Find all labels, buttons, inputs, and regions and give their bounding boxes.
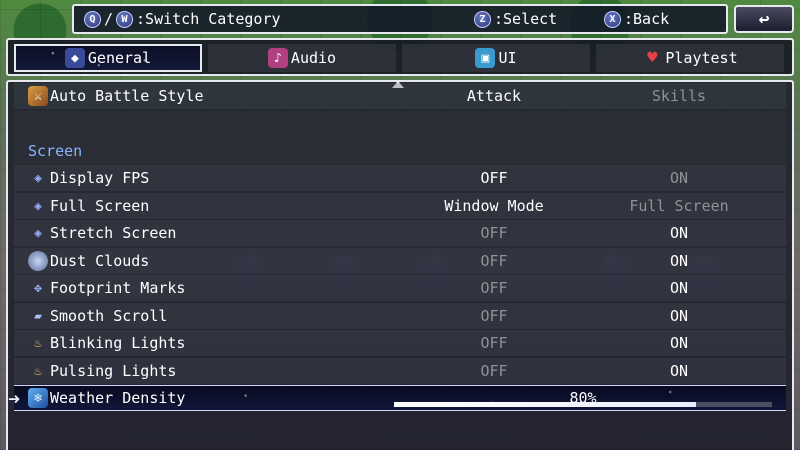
- tab-ui-label: UI: [498, 49, 517, 67]
- option-pulsing-lights[interactable]: ♨ Pulsing Lights OFF ON: [14, 358, 786, 384]
- screen-setting-icon: ◈: [34, 225, 42, 241]
- option-value-skills[interactable]: Skills: [594, 87, 764, 105]
- lamp-icon: ♨: [34, 335, 42, 351]
- option-value-attack[interactable]: Attack: [409, 87, 579, 105]
- select-label: :Select: [494, 10, 558, 28]
- option-value-on[interactable]: ON: [594, 169, 764, 187]
- option-value-on[interactable]: ON: [594, 307, 764, 325]
- tab-audio-label: Audio: [290, 49, 337, 67]
- option-value-off[interactable]: OFF: [409, 334, 579, 352]
- snowflake-icon: ❄: [28, 388, 48, 408]
- ui-icon: ▣: [475, 48, 496, 68]
- option-label: Full Screen: [50, 197, 150, 215]
- option-display-fps[interactable]: ◈ Display FPS OFF ON: [14, 165, 786, 191]
- option-label: Blinking Lights: [50, 334, 186, 352]
- back-hint: X :Back: [604, 10, 669, 28]
- back-label: :Back: [624, 10, 670, 28]
- z-key-icon: Z: [474, 10, 491, 28]
- option-label: Smooth Scroll: [50, 307, 168, 325]
- switch-category-label: :Switch Category: [136, 10, 281, 28]
- lamp-icon: ♨: [34, 363, 42, 379]
- w-key-icon: W: [116, 10, 134, 28]
- select-hint: Z :Select: [474, 10, 557, 28]
- option-label: Pulsing Lights: [50, 362, 177, 380]
- dust-cloud-icon: [28, 251, 48, 271]
- option-auto-battle-style[interactable]: ⚔ Auto Battle Style Attack Skills: [14, 83, 786, 109]
- help-bar: Q / W :Switch Category Z :Select X :Back: [72, 4, 728, 34]
- key-separator: /: [104, 10, 114, 28]
- option-value-off[interactable]: OFF: [409, 362, 579, 380]
- option-value-on[interactable]: ON: [594, 334, 764, 352]
- switch-category-hint: Q / W :Switch Category: [84, 10, 281, 28]
- option-value-full-screen[interactable]: Full Screen: [594, 197, 764, 215]
- audio-icon: ♪: [267, 48, 288, 68]
- return-arrow-icon: ↩: [758, 8, 770, 30]
- option-full-screen[interactable]: ◈ Full Screen Window Mode Full Screen: [14, 193, 786, 219]
- option-value-window-mode[interactable]: Window Mode: [409, 197, 579, 215]
- option-footprint-marks[interactable]: ✥ Footprint Marks OFF ON: [14, 275, 786, 301]
- screen-setting-icon: ◈: [34, 198, 42, 214]
- heart-icon: ♥: [647, 47, 658, 68]
- option-blinking-lights[interactable]: ♨ Blinking Lights OFF ON: [14, 330, 786, 356]
- scroll-icon: ▰: [34, 308, 42, 324]
- option-value-on[interactable]: ON: [594, 279, 764, 297]
- blank-row: [14, 111, 786, 137]
- option-value-on[interactable]: ON: [594, 224, 764, 242]
- option-value-on[interactable]: ON: [594, 362, 764, 380]
- tab-general-label: General: [87, 49, 152, 67]
- tab-playtest[interactable]: ♥ Playtest: [596, 44, 784, 72]
- option-smooth-scroll[interactable]: ▰ Smooth Scroll OFF ON: [14, 303, 786, 329]
- option-value-off[interactable]: OFF: [409, 169, 579, 187]
- back-button[interactable]: ↩: [734, 5, 794, 33]
- option-value-off[interactable]: OFF: [409, 307, 579, 325]
- option-label: Stretch Screen: [50, 224, 177, 242]
- x-key-icon: X: [604, 10, 621, 28]
- tab-ui[interactable]: ▣ UI: [402, 44, 590, 72]
- section-label: Screen: [28, 142, 83, 160]
- footprint-icon: ✥: [34, 280, 42, 296]
- section-header-screen: Screen: [14, 138, 786, 164]
- screen-setting-icon: ◈: [34, 170, 42, 186]
- option-stretch-screen[interactable]: ◈ Stretch Screen OFF ON: [14, 220, 786, 246]
- option-value-on[interactable]: ON: [594, 252, 764, 270]
- option-label: Footprint Marks: [50, 279, 186, 297]
- option-label: Display FPS: [50, 169, 150, 187]
- option-value-off[interactable]: OFF: [409, 279, 579, 297]
- sword-icon: ⚔: [28, 86, 48, 106]
- option-value-off[interactable]: OFF: [409, 252, 579, 270]
- tab-playtest-label: Playtest: [665, 49, 738, 67]
- option-dust-clouds[interactable]: Dust Clouds OFF ON: [14, 248, 786, 274]
- general-icon: ◆: [64, 48, 85, 68]
- option-label: Auto Battle Style: [50, 87, 204, 105]
- selection-cursor-arrow-icon: ➜: [8, 387, 21, 411]
- tab-audio[interactable]: ♪ Audio: [208, 44, 396, 72]
- category-tabs: ◆ General ♪ Audio ▣ UI ♥ Playtest: [6, 38, 794, 76]
- option-label: Dust Clouds: [50, 252, 150, 270]
- q-key-icon: Q: [84, 10, 101, 28]
- tab-general[interactable]: ◆ General: [14, 44, 202, 72]
- weather-density-value: 80%: [569, 389, 597, 407]
- option-value-off[interactable]: OFF: [409, 224, 579, 242]
- option-label: Weather Density: [50, 389, 186, 407]
